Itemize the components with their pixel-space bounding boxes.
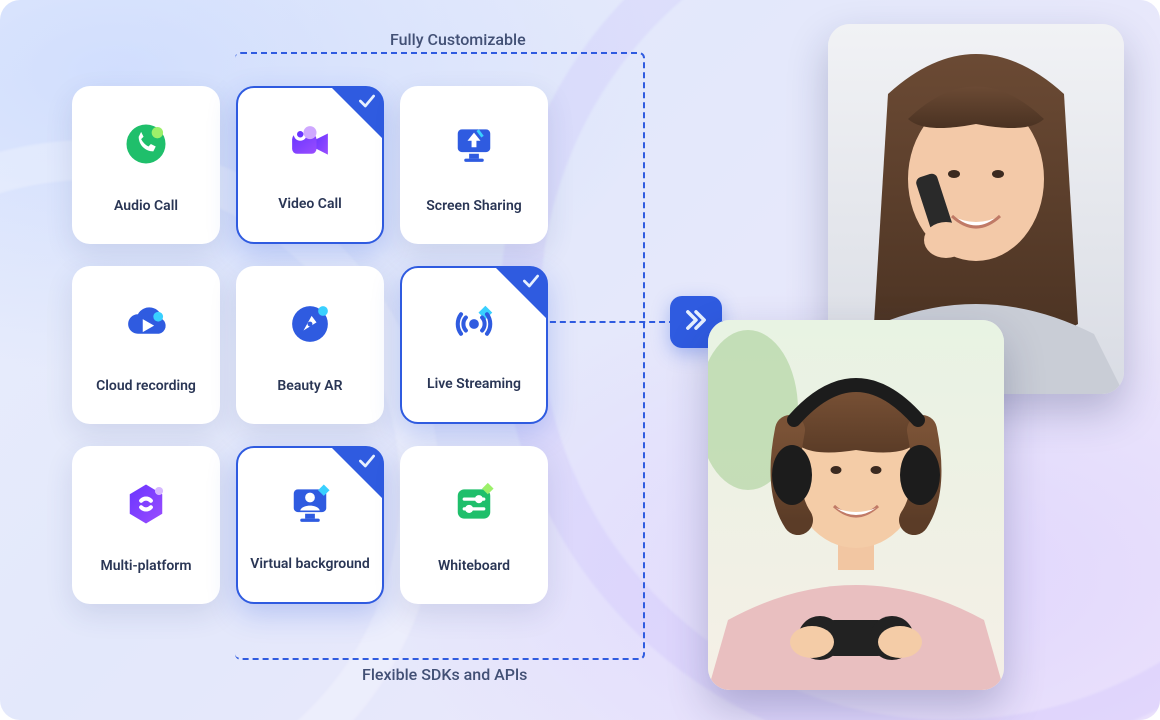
hex-link-icon <box>120 464 172 544</box>
sliders-icon <box>448 464 500 544</box>
bottom-caption: Flexible SDKs and APls <box>362 665 527 684</box>
double-chevron-right-icon <box>682 306 710 338</box>
selected-corner <box>495 267 547 319</box>
feature-label: Audio Call <box>114 190 178 224</box>
feature-card-audio-call[interactable]: Audio Call <box>72 86 220 244</box>
feature-label: Beauty AR <box>277 370 342 404</box>
feature-label: Virtual background <box>250 548 369 582</box>
broadcast-icon <box>448 286 500 362</box>
virtual-bg-icon <box>284 466 336 542</box>
portrait-boy-headphones <box>708 320 1004 690</box>
check-icon <box>357 91 377 111</box>
feature-card-beauty-ar[interactable]: Beauty AR <box>236 266 384 424</box>
selected-corner <box>331 447 383 499</box>
feature-card-cloud-recording[interactable]: Cloud recording <box>72 266 220 424</box>
feature-label: Whiteboard <box>438 550 510 584</box>
connector-line <box>540 321 675 323</box>
feature-card-screen-sharing[interactable]: Screen Sharing <box>400 86 548 244</box>
feature-label: Cloud recording <box>96 370 196 404</box>
feature-label: Screen Sharing <box>426 190 521 224</box>
top-caption: Fully Customizable <box>390 30 526 49</box>
feature-card-virtual-background[interactable]: Virtual background <box>236 446 384 604</box>
selected-corner <box>331 87 383 139</box>
feature-card-video-call[interactable]: Video Call <box>236 86 384 244</box>
video-camera-icon <box>284 106 336 182</box>
phone-circle-icon <box>120 104 172 184</box>
check-icon <box>521 271 541 291</box>
feature-card-multi-platform[interactable]: Multi-platform <box>72 446 220 604</box>
feature-card-whiteboard[interactable]: Whiteboard <box>400 446 548 604</box>
feature-label: Multi-platform <box>100 550 191 584</box>
check-icon <box>357 451 377 471</box>
screen-upload-icon <box>448 104 500 184</box>
diagram-stage: Fully Customizable Flexible SDKs and APl… <box>0 0 1160 720</box>
feature-card-live-streaming[interactable]: Live Streaming <box>400 266 548 424</box>
feature-label: Video Call <box>278 188 342 222</box>
compass-circle-icon <box>284 284 336 364</box>
feature-label: Live Streaming <box>427 368 521 402</box>
feature-grid: Audio Call Video Call Screen Sharing Cloud … <box>72 86 548 604</box>
cloud-play-icon <box>120 284 172 364</box>
